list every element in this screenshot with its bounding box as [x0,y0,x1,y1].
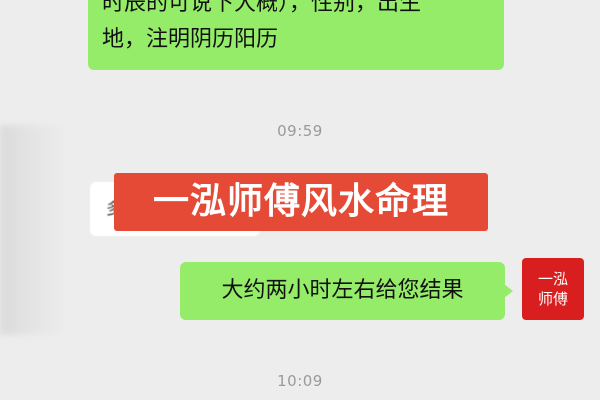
avatar-text-line: 师傅 [537,290,568,308]
avatar[interactable]: 一泓 师傅 [522,258,584,320]
message-bubble-sent[interactable]: 大约两小时左右给您结果 [180,262,513,320]
message-text: 大约两小时左右给您结果 [221,278,464,303]
avatar-text-line: 一泓 [537,270,568,288]
message-text-line: 时辰的可说下大概），性别，出生 [102,0,422,16]
message-text-line: 地，注明阴历阳历 [102,27,279,52]
watermark-banner: 一泓师傅风水命理 [114,173,488,231]
message-timestamp: 10:09 [277,372,323,390]
message-timestamp: 09:59 [277,122,323,140]
message-bubble-sent[interactable]: 时辰的可说下大概），性别，出生 地，注明阴历阳历 [88,0,504,70]
blurred-contact-avatar [0,125,70,335]
chat-window: 时辰的可说下大概），性别，出生 地，注明阴历阳历 09:59 多久 一泓师傅风水… [0,0,600,400]
